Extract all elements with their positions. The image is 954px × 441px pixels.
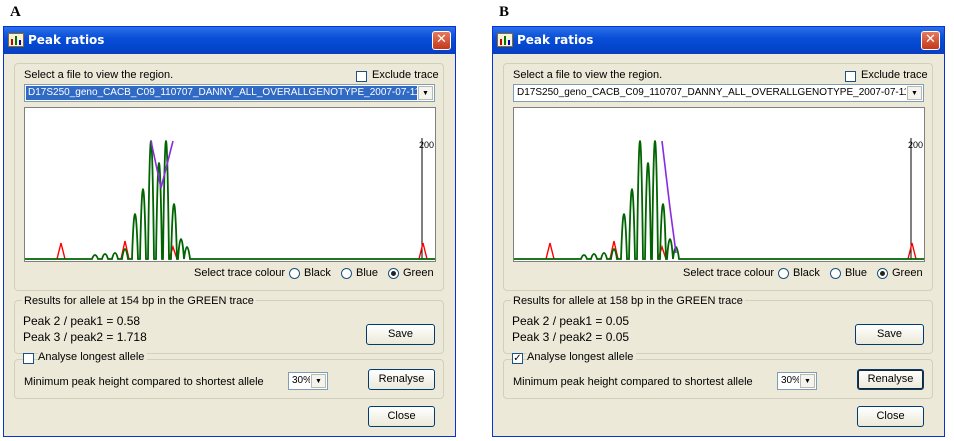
min-height-value: 30% — [292, 375, 310, 386]
trace-svg: 200 — [514, 138, 924, 260]
trace-colour-label: Select trace colour — [683, 267, 775, 279]
peak-ratio-line — [661, 140, 677, 254]
result-line: Peak 3 / peak2 = 1.718 — [23, 330, 147, 344]
panel-letter: B — [499, 4, 510, 20]
results-heading: Results for allele at 154 bp in the GREE… — [22, 295, 256, 307]
file-prompt: Select a file to view the region. — [24, 69, 174, 81]
min-height-label: Minimum peak height compared to shortest… — [513, 376, 753, 388]
peak-ratios-window: Peak ratios ✕ Select a file to view the re… — [3, 26, 456, 437]
radio-label-blue: Blue — [356, 267, 379, 279]
green-trace — [25, 140, 435, 260]
title-bar[interactable]: Peak ratios ✕ — [4, 27, 455, 54]
analyse-longest-checkbox[interactable] — [23, 353, 34, 364]
file-prompt: Select a file to view the region. — [513, 69, 663, 81]
close-button[interactable]: Close — [857, 406, 924, 427]
file-select[interactable]: D17S250_geno_CACB_C09_110707_DANNY_ALL_O… — [24, 84, 435, 102]
exclude-trace-checkbox[interactable] — [845, 71, 856, 82]
radio-black[interactable] — [778, 268, 789, 279]
chart-bars-icon — [497, 33, 513, 47]
trace-plot: 200 — [24, 107, 436, 262]
trace-plot: 200 — [513, 107, 925, 262]
radio-label-green: Green — [892, 267, 923, 279]
reanalyse-button[interactable]: Renalyse — [368, 369, 435, 390]
radio-label-black: Black — [304, 267, 331, 279]
trace-colour-label: Select trace colour — [194, 267, 286, 279]
radio-label-green: Green — [403, 267, 434, 279]
peak-ratio-line — [150, 140, 174, 189]
size-marker-label: 200 — [419, 140, 434, 150]
green-trace — [514, 140, 924, 260]
radio-label-black: Black — [793, 267, 820, 279]
size-marker-label: 200 — [908, 140, 923, 150]
exclude-trace-label: Exclude trace — [861, 69, 928, 81]
min-height-label: Minimum peak height compared to shortest… — [24, 376, 264, 388]
chevron-down-icon[interactable]: ▼ — [311, 374, 326, 388]
radio-green[interactable] — [877, 268, 888, 279]
save-button[interactable]: Save — [855, 324, 924, 345]
min-height-value: 30% — [781, 375, 799, 386]
analyse-longest-label: Analyse longest allele — [527, 351, 637, 363]
chart-bars-icon — [8, 33, 24, 47]
save-button[interactable]: Save — [366, 324, 435, 345]
radio-black[interactable] — [289, 268, 300, 279]
close-x-icon[interactable]: ✕ — [432, 31, 451, 50]
exclude-trace-label: Exclude trace — [372, 69, 439, 81]
radio-blue[interactable] — [830, 268, 841, 279]
peak-ratios-window: Peak ratios ✕ Select a file to view the re… — [492, 26, 945, 437]
result-line: Peak 2 / peak1 = 0.05 — [512, 314, 630, 328]
window-title: Peak ratios — [28, 33, 105, 47]
chevron-down-icon[interactable]: ▼ — [800, 374, 815, 388]
close-button[interactable]: Close — [368, 406, 435, 427]
radio-green[interactable] — [388, 268, 399, 279]
red-trace-peak — [418, 242, 428, 260]
analyse-longest-label: Analyse longest allele — [38, 351, 148, 363]
red-trace-peak — [56, 242, 66, 260]
min-height-select[interactable]: 30%▼ — [777, 372, 817, 390]
exclude-trace-checkbox[interactable] — [356, 71, 367, 82]
reanalyse-button[interactable]: Renalyse — [857, 369, 924, 390]
file-select[interactable]: D17S250_geno_CACB_C09_110707_DANNY_ALL_O… — [513, 84, 924, 102]
result-line: Peak 3 / peak2 = 0.05 — [512, 330, 630, 344]
red-trace-peak — [545, 242, 555, 260]
analyse-longest-checkbox[interactable]: ✓ — [512, 353, 523, 364]
close-x-icon[interactable]: ✕ — [921, 31, 940, 50]
chevron-down-icon[interactable]: ▼ — [418, 86, 433, 100]
result-line: Peak 2 / peak1 = 0.58 — [23, 314, 141, 328]
trace-svg: 200 — [25, 138, 435, 260]
panel-letter: A — [10, 4, 21, 20]
red-trace-peak — [907, 242, 917, 260]
results-heading: Results for allele at 158 bp in the GREE… — [511, 295, 745, 307]
radio-label-blue: Blue — [845, 267, 868, 279]
window-title: Peak ratios — [517, 33, 594, 47]
title-bar[interactable]: Peak ratios ✕ — [493, 27, 944, 54]
file-select-value: D17S250_geno_CACB_C09_110707_DANNY_ALL_O… — [26, 86, 417, 100]
chevron-down-icon[interactable]: ▼ — [907, 86, 922, 100]
min-height-select[interactable]: 30%▼ — [288, 372, 328, 390]
radio-blue[interactable] — [341, 268, 352, 279]
file-select-value: D17S250_geno_CACB_C09_110707_DANNY_ALL_O… — [517, 87, 906, 98]
